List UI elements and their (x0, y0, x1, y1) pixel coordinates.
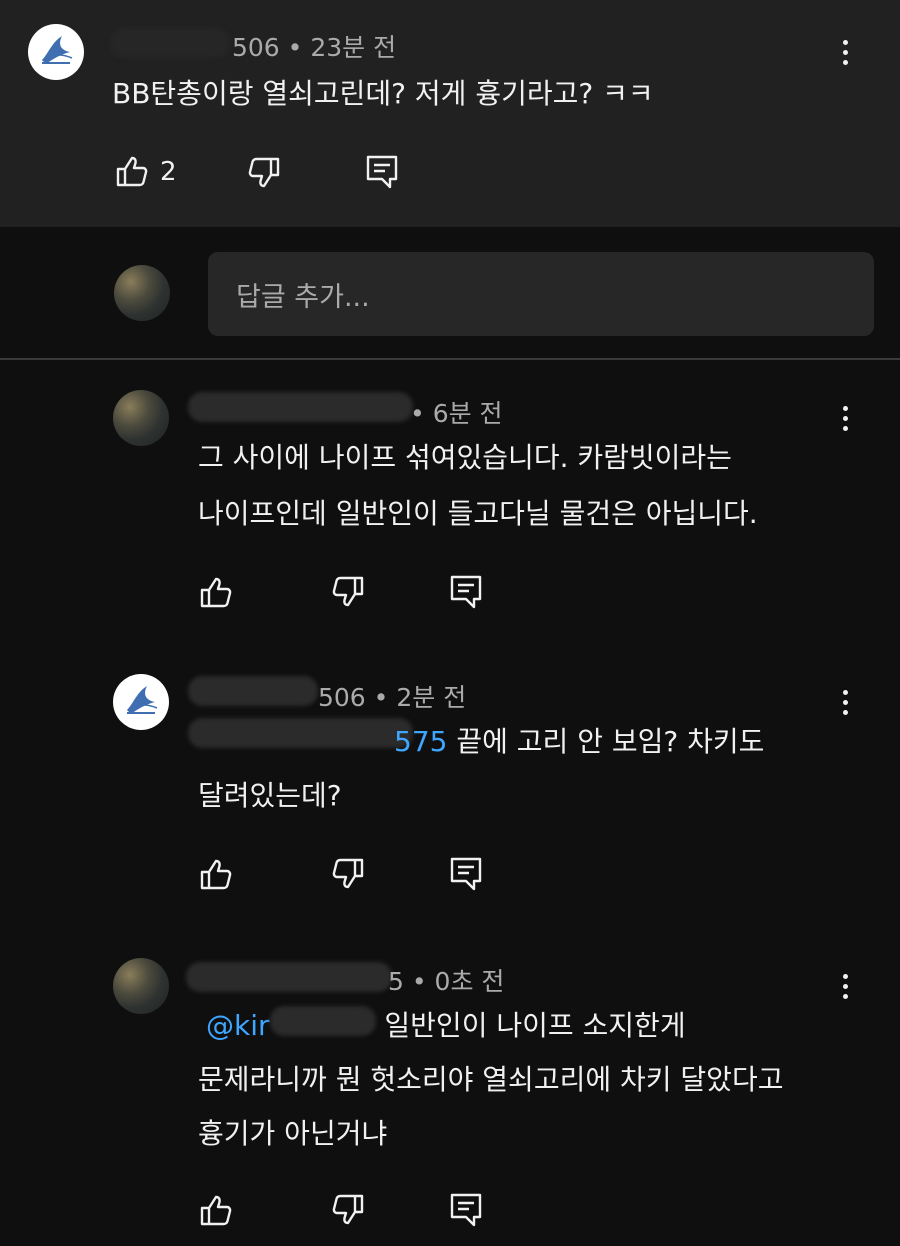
reply-text-line: 달려있는데? (198, 779, 342, 812)
reply-icon[interactable] (446, 854, 486, 894)
reply-icon[interactable] (446, 1190, 486, 1230)
more-options-icon[interactable] (830, 966, 860, 1006)
thumbs-up-icon[interactable] (112, 151, 152, 191)
reply-text-line: 흉기가 아닌거냐 (198, 1117, 388, 1150)
thumbs-down-icon[interactable] (328, 572, 368, 612)
more-options-icon[interactable] (830, 682, 860, 722)
reply-input-placeholder: 답글 추가... (236, 281, 370, 313)
mention-link[interactable]: 575 (394, 725, 447, 758)
thumbs-up-icon[interactable] (196, 572, 236, 612)
reply-avatar[interactable] (113, 390, 169, 446)
thumbs-up-icon[interactable] (196, 854, 236, 894)
reply-input[interactable]: 답글 추가... (208, 252, 874, 336)
thumbs-up-icon[interactable] (196, 1190, 236, 1230)
more-options-icon[interactable] (830, 398, 860, 438)
redacted-username (110, 28, 230, 58)
blue-steel-logo-icon[interactable] (113, 674, 169, 730)
reply-meta: 5 • 0초 전 (388, 967, 505, 996)
reply-text-line: 그 사이에 나이프 섞여있습니다. 카람빗이라는 (198, 441, 732, 474)
redacted-username (188, 392, 413, 422)
parent-comment: 506 • 23분 전 BB탄총이랑 열쇠고린데? 저게 흉기라고? ㅋㅋ 2 (0, 0, 900, 227)
reply-avatar[interactable] (113, 958, 169, 1014)
user-avatar[interactable] (114, 265, 170, 321)
reply-icon[interactable] (362, 152, 402, 192)
reply-text-line: 문제라니까 뭔 헛소리야 열쇠고리에 차키 달았다고 (198, 1063, 784, 1096)
thumbs-down-icon[interactable] (244, 153, 284, 193)
reply-text-line: 나이프인데 일반인이 들고다닐 물건은 아닙니다. (198, 497, 758, 530)
redacted-mention (270, 1006, 376, 1036)
blue-steel-logo-icon[interactable] (28, 24, 84, 80)
reply-meta: 506 • 2분 전 (318, 683, 467, 712)
section-divider (0, 358, 900, 360)
thumbs-down-icon[interactable] (328, 854, 368, 894)
redacted-username (188, 676, 318, 706)
thumbs-down-icon[interactable] (328, 1190, 368, 1230)
comment-text: BB탄총이랑 열쇠고린데? 저게 흉기라고? ㅋㅋ (112, 77, 654, 110)
reply-meta: • 6분 전 (410, 399, 503, 428)
reply-text-line: 575 끝에 고리 안 보임? 차키도 (394, 725, 765, 758)
reply-icon[interactable] (446, 572, 486, 612)
mention-link[interactable]: @kir (206, 1009, 270, 1042)
redacted-username (186, 962, 392, 992)
like-count: 2 (160, 157, 177, 187)
more-options-icon[interactable] (830, 32, 860, 72)
comment-meta: 506 • 23분 전 (232, 33, 397, 62)
